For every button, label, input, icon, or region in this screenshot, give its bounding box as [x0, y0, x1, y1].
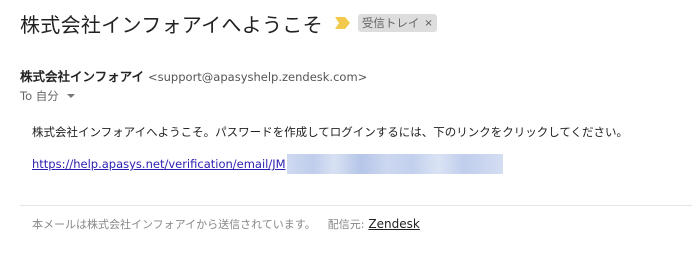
- chevron-down-icon[interactable]: [66, 94, 75, 98]
- sender-line: 株式会社インフォアイ <support@apasyshelp.zendesk.c…: [20, 66, 367, 85]
- label-chip-inbox: 受信トレイ ×: [357, 14, 437, 32]
- sender-name[interactable]: 株式会社インフォアイ: [20, 66, 144, 85]
- delivered-by-label: 配信元:: [327, 218, 365, 231]
- verification-link[interactable]: https://help.apasys.net/verification/ema…: [32, 157, 286, 171]
- verification-link-row: https://help.apasys.net/verification/ema…: [32, 154, 503, 174]
- sender-email: <support@apasyshelp.zendesk.com>: [148, 70, 368, 84]
- divider: [20, 205, 692, 206]
- email-subject: 株式会社インフォアイへようこそ: [20, 12, 323, 37]
- importance-marker-icon[interactable]: [334, 17, 350, 29]
- label-chip-text: 受信トレイ: [361, 16, 420, 30]
- email-view: 株式会社インフォアイへようこそ 受信トレイ × 株式会社インフォアイ <supp…: [0, 0, 692, 262]
- subject-header: 株式会社インフォアイへようこそ 受信トレイ ×: [20, 8, 437, 38]
- footer-notice: 本メールは株式会社インフォアイから送信されています。: [32, 218, 316, 231]
- recipient-details-toggle[interactable]: To 自分: [20, 88, 75, 104]
- email-footer: 本メールは株式会社インフォアイから送信されています。 配信元: Zendesk: [32, 216, 420, 232]
- email-body-message: 株式会社インフォアイへようこそ。パスワードを作成してログインするには、下のリンク…: [32, 125, 629, 139]
- zendesk-link[interactable]: Zendesk: [368, 217, 419, 231]
- recipient-text: To 自分: [20, 89, 59, 103]
- remove-label-icon[interactable]: ×: [424, 18, 432, 29]
- redacted-link-portion: [286, 154, 503, 174]
